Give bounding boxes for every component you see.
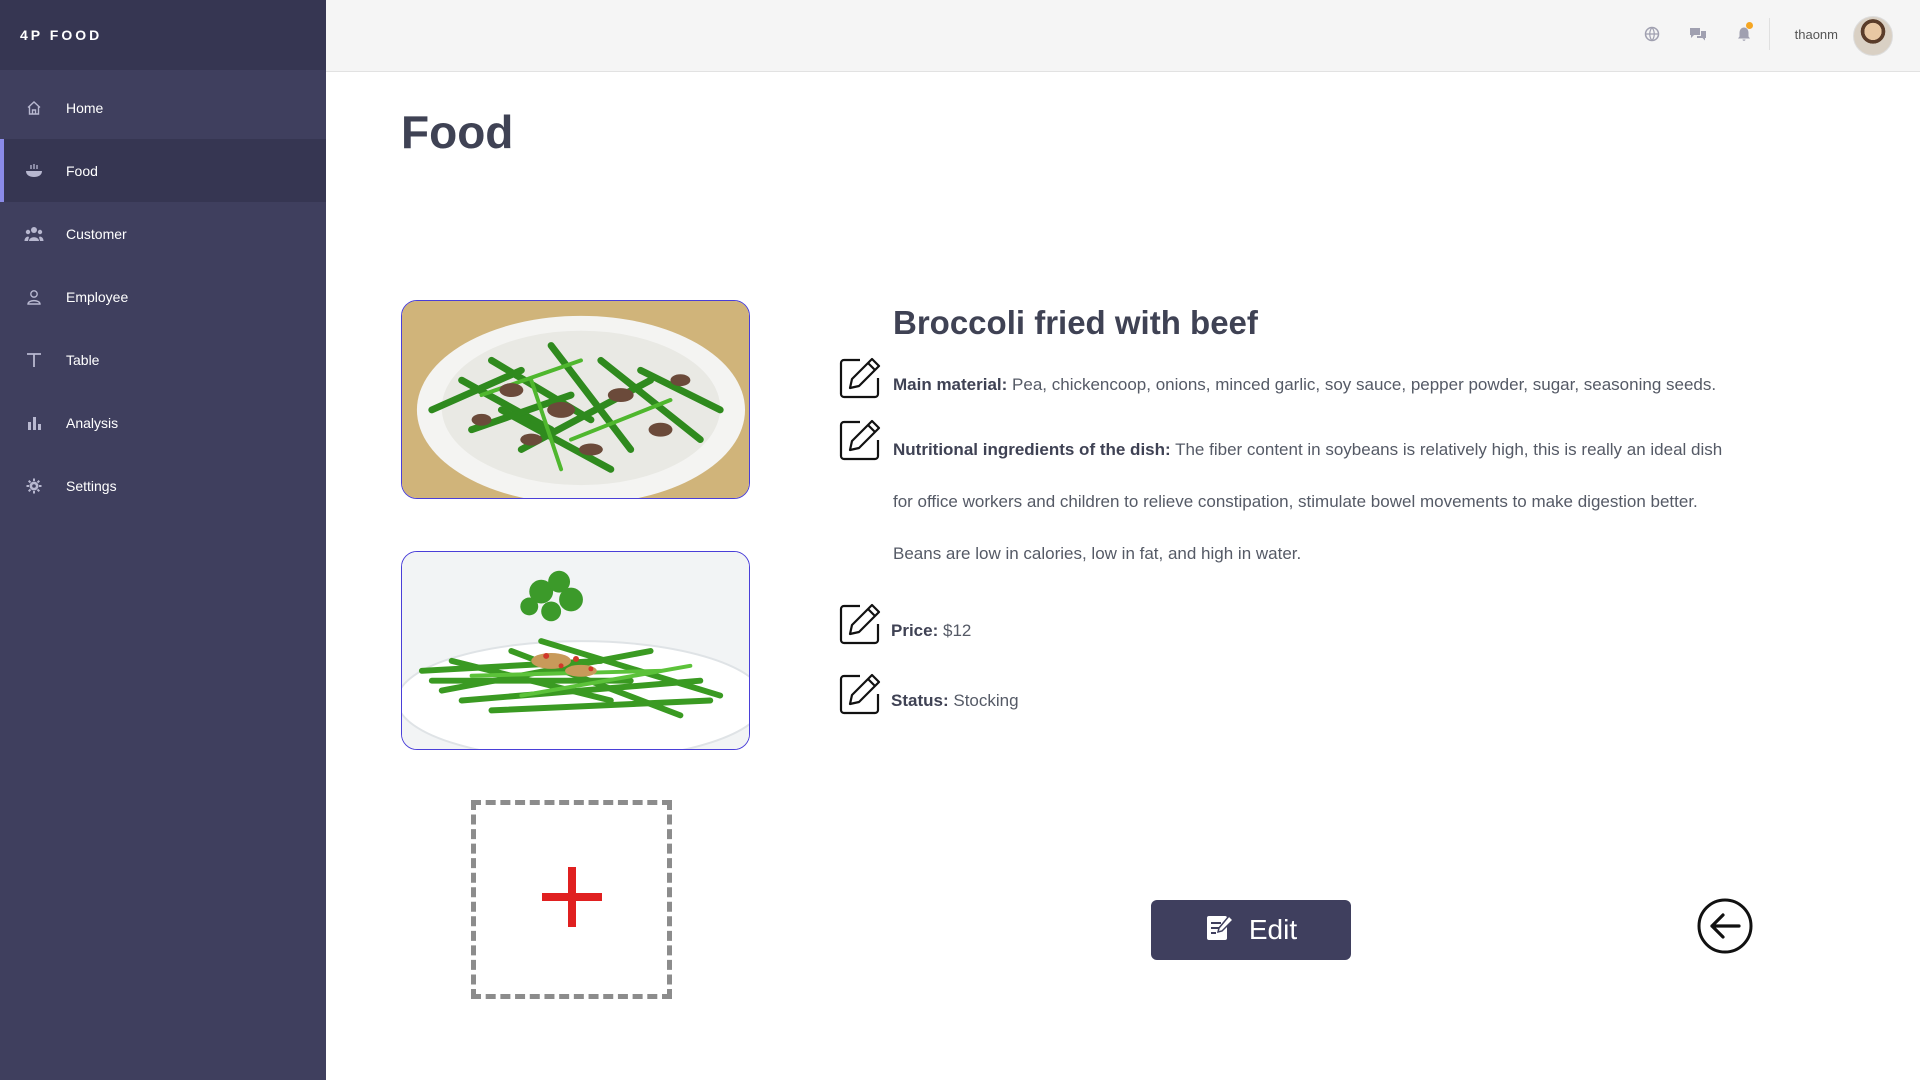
arrow-left-circle-icon xyxy=(1697,898,1753,954)
edit-main-material-icon[interactable] xyxy=(838,356,882,400)
chat-icon[interactable] xyxy=(1688,24,1708,44)
header-actions xyxy=(1642,22,1754,44)
main-material-label: Main material: xyxy=(893,375,1008,394)
user-icon xyxy=(24,287,44,307)
globe-icon[interactable] xyxy=(1642,24,1662,44)
add-photo-button[interactable] xyxy=(471,800,672,999)
status-label: Status: xyxy=(891,691,949,710)
status-field: Status: Stocking xyxy=(891,691,1019,711)
home-icon xyxy=(24,98,44,118)
sidebar: 4P FOOD Home Food Customer Employee Tabl… xyxy=(0,0,326,1080)
plus-icon xyxy=(540,865,604,934)
back-arrow-button[interactable] xyxy=(1697,898,1753,954)
sidebar-item-food[interactable]: Food xyxy=(0,139,326,202)
dish-photo-1[interactable] xyxy=(401,300,750,499)
top-header: thaonm xyxy=(326,0,1920,72)
nutrition-label: Nutritional ingredients of the dish: xyxy=(893,440,1171,459)
sidebar-item-customer[interactable]: Customer xyxy=(0,202,326,265)
price-value: $12 xyxy=(942,621,972,640)
price-label: Price: xyxy=(891,621,939,640)
edit-note-icon xyxy=(1205,912,1235,949)
gear-icon xyxy=(24,476,44,496)
sidebar-item-home[interactable]: Home xyxy=(0,76,326,139)
nutrition-field: Nutritional ingredients of the dish: The… xyxy=(893,424,1723,580)
brand-logo[interactable]: 4P FOOD xyxy=(0,0,326,70)
sidebar-item-settings[interactable]: Settings xyxy=(0,454,326,517)
status-value: Stocking xyxy=(953,691,1019,710)
sidebar-item-label: Employee xyxy=(66,288,129,305)
sidebar-item-analysis[interactable]: Analysis xyxy=(0,391,326,454)
sidebar-item-label: Analysis xyxy=(66,414,119,431)
avatar[interactable] xyxy=(1853,16,1893,56)
sidebar-item-label: Settings xyxy=(66,477,117,494)
dish-photo-2[interactable] xyxy=(401,551,750,750)
table-icon xyxy=(24,350,44,370)
username[interactable]: thaonm xyxy=(1795,27,1838,42)
notification-badge xyxy=(1746,22,1753,29)
header-divider xyxy=(1769,18,1770,50)
sidebar-item-label: Table xyxy=(66,351,100,368)
sidebar-nav: Home Food Customer Employee Table Analys… xyxy=(0,76,326,517)
bar-chart-icon xyxy=(24,413,44,433)
edit-nutrition-icon[interactable] xyxy=(838,418,882,462)
main-material-value: Pea, chickencoop, onions, minced garlic,… xyxy=(1012,375,1717,394)
sidebar-item-label: Customer xyxy=(66,225,127,242)
page-title: Food xyxy=(401,106,514,158)
sidebar-item-employee[interactable]: Employee xyxy=(0,265,326,328)
bell-icon[interactable] xyxy=(1734,22,1754,44)
sidebar-item-label: Home xyxy=(66,99,104,116)
edit-button-label: Edit xyxy=(1248,914,1298,945)
sidebar-item-table[interactable]: Table xyxy=(0,328,326,391)
edit-price-icon[interactable] xyxy=(838,602,882,646)
users-icon xyxy=(24,224,44,244)
dish-name: Broccoli fried with beef xyxy=(893,304,1258,341)
price-field: Price: $12 xyxy=(891,621,971,641)
sidebar-item-label: Food xyxy=(66,162,98,179)
edit-status-icon[interactable] xyxy=(838,672,882,716)
main-material-field: Main material: Pea, chickencoop, onions,… xyxy=(893,375,1716,395)
food-bowl-icon xyxy=(24,161,44,181)
edit-button[interactable]: Edit xyxy=(1151,900,1351,960)
